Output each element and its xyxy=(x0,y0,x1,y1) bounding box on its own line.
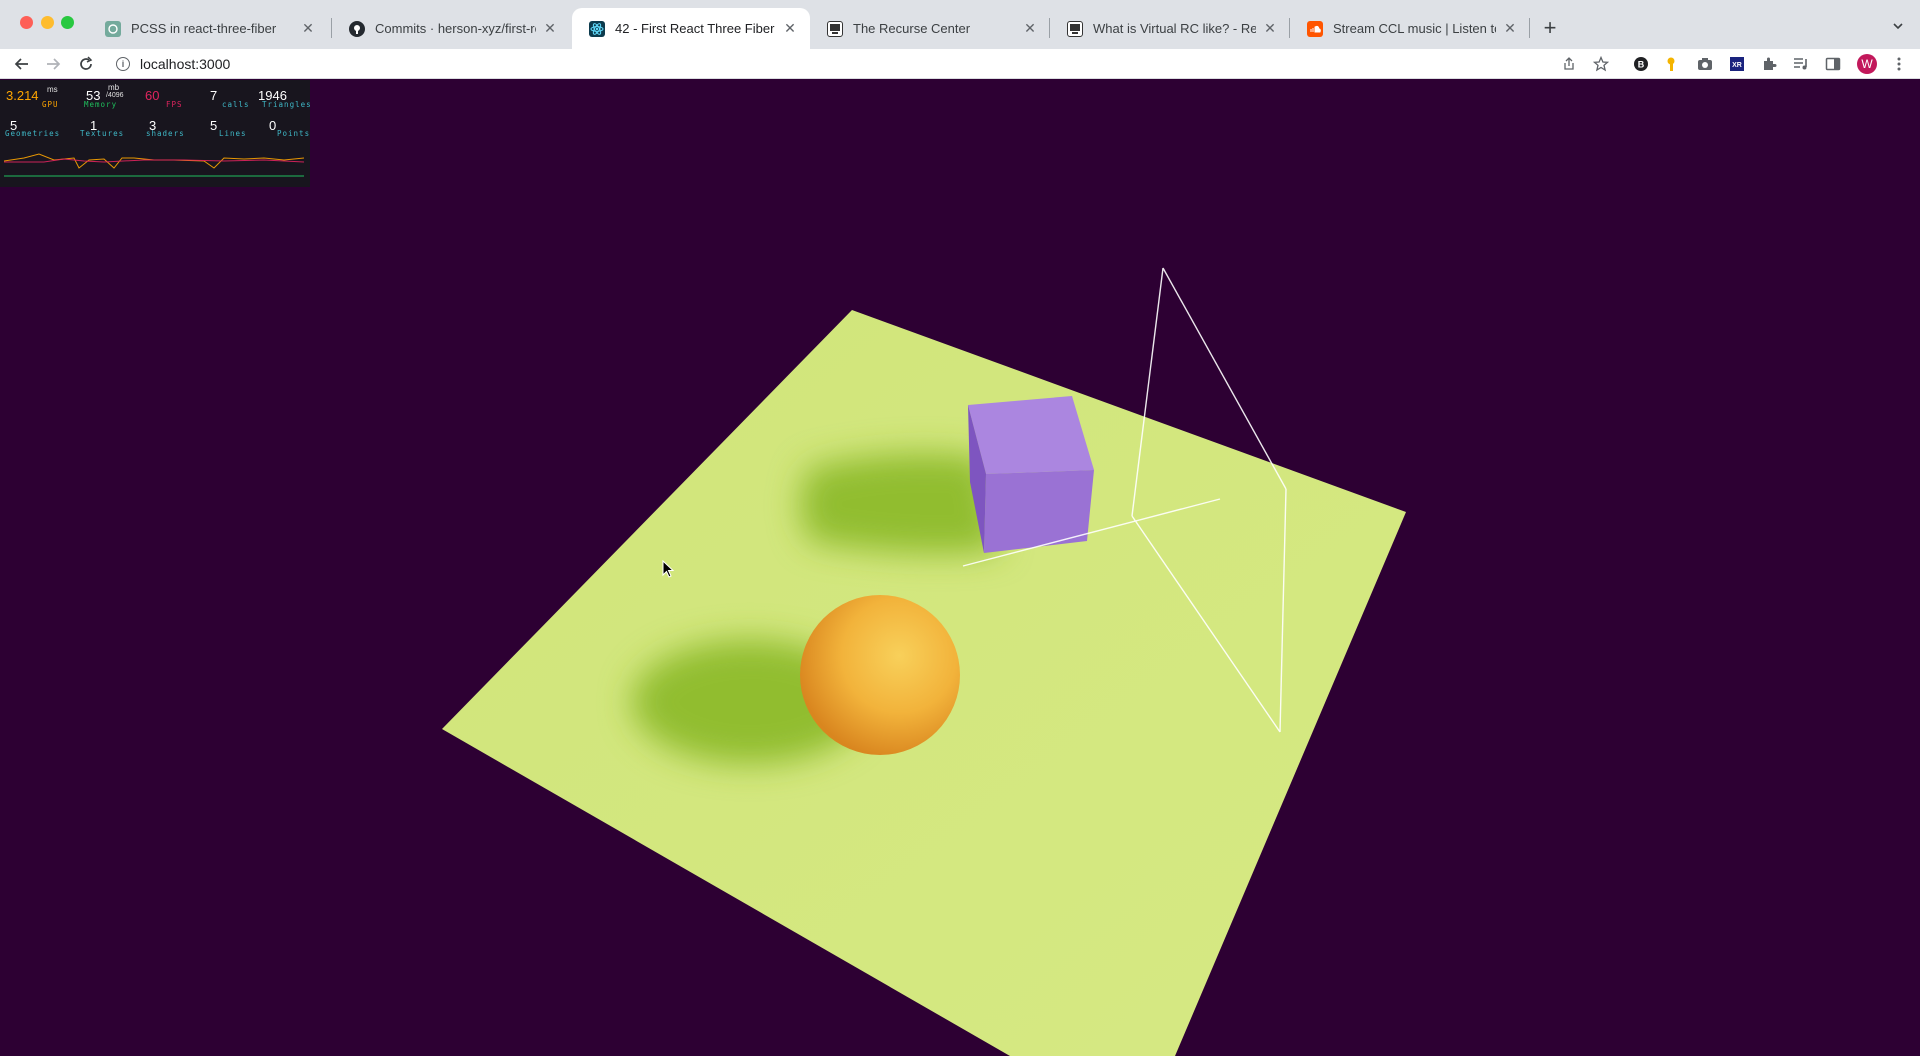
tab-title: The Recurse Center xyxy=(853,21,971,36)
lines-label: Lines xyxy=(219,129,247,138)
r3f-perf-panel[interactable]: 3.214 ms GPU 53 mb /4096 Memory 60 FPS 7… xyxy=(0,80,312,187)
react-icon xyxy=(589,20,605,37)
tab-virtual-rc[interactable]: What is Virtual RC like? - Recu ✕ xyxy=(1050,8,1290,49)
github-icon xyxy=(349,20,365,37)
lines-value: 5 xyxy=(210,118,218,133)
close-icon[interactable]: ✕ xyxy=(1262,20,1278,37)
orange-sphere xyxy=(800,595,960,755)
triangles-label: Triangles xyxy=(262,100,312,109)
shaders-label: shaders xyxy=(146,129,185,138)
webxr-icon[interactable]: XR xyxy=(1728,55,1746,73)
tab-title: PCSS in react-three-fiber xyxy=(131,21,277,36)
tab-search-chevron-icon[interactable] xyxy=(1886,14,1910,38)
back-icon[interactable] xyxy=(10,52,34,76)
gpu-value: 3.214 xyxy=(6,88,39,103)
tab-title: 42 - First React Three Fiber Ap xyxy=(615,21,776,36)
svg-text:B: B xyxy=(1638,60,1645,70)
close-icon[interactable]: ✕ xyxy=(1022,20,1038,37)
extension-b-icon[interactable]: B xyxy=(1632,55,1650,73)
close-icon[interactable]: ✕ xyxy=(300,20,316,37)
recurse-icon xyxy=(827,20,843,37)
perf-graph xyxy=(4,153,304,177)
window-zoom-button[interactable] xyxy=(61,16,74,29)
recurse-icon xyxy=(1067,20,1083,37)
memory-unit: mb xyxy=(108,83,120,92)
profile-initial: W xyxy=(1861,57,1873,71)
openai-icon xyxy=(105,20,121,37)
tab-title: Commits · herson-xyz/first-rea xyxy=(375,21,536,36)
three-scene xyxy=(442,267,1406,1056)
extension-key-icon[interactable] xyxy=(1664,55,1682,73)
reload-icon[interactable] xyxy=(74,52,98,76)
fps-label: FPS xyxy=(166,100,183,109)
media-queue-icon[interactable] xyxy=(1792,55,1810,73)
side-panel-icon[interactable] xyxy=(1824,55,1842,73)
points-label: Points xyxy=(277,129,311,138)
tab-bar: PCSS in react-three-fiber ✕ Commits · he… xyxy=(0,0,1920,49)
gpu-label: GPU xyxy=(42,100,59,109)
new-tab-button[interactable]: + xyxy=(1536,14,1564,42)
tab-soundcloud[interactable]: Stream CCL music | Listen to s ✕ xyxy=(1290,8,1530,49)
close-icon[interactable]: ✕ xyxy=(782,20,798,37)
perf-fps: 60 xyxy=(145,87,159,105)
perf-gpu: 3.214 xyxy=(6,87,39,105)
perf-calls: 7 xyxy=(210,87,217,105)
gpu-unit: ms xyxy=(47,85,58,94)
purple-cube xyxy=(968,396,1094,553)
forward-icon[interactable] xyxy=(41,52,65,76)
close-icon[interactable]: ✕ xyxy=(1502,20,1518,37)
calls-label: calls xyxy=(222,100,250,109)
bookmark-star-icon[interactable] xyxy=(1592,55,1610,73)
geometries-label: Geometries xyxy=(5,129,61,138)
soundcloud-icon xyxy=(1307,20,1323,37)
share-icon[interactable] xyxy=(1560,55,1578,73)
window-minimize-button[interactable] xyxy=(41,16,54,29)
perf-lines: 5 xyxy=(210,117,217,135)
tab-title: What is Virtual RC like? - Recu xyxy=(1093,21,1256,36)
calls-value: 7 xyxy=(210,88,218,103)
points-value: 0 xyxy=(269,118,277,133)
browser-toolbar: i localhost:3000 B XR W xyxy=(0,49,1920,79)
site-info-icon[interactable]: i xyxy=(116,57,130,71)
memory-label: Memory xyxy=(84,100,118,109)
svg-text:XR: XR xyxy=(1732,62,1742,69)
address-bar[interactable]: i localhost:3000 xyxy=(106,51,1586,77)
textures-label: Textures xyxy=(80,129,125,138)
tab-pcss[interactable]: PCSS in react-three-fiber ✕ xyxy=(88,8,328,49)
fps-value: 60 xyxy=(145,88,160,103)
close-icon[interactable]: ✕ xyxy=(542,20,558,37)
profile-avatar[interactable]: W xyxy=(1855,52,1879,76)
webgl-canvas[interactable]: 3.214 ms GPU 53 mb /4096 Memory 60 FPS 7… xyxy=(0,80,1920,1056)
tab-r3f-app[interactable]: 42 - First React Three Fiber Ap ✕ xyxy=(572,8,810,49)
extensions-puzzle-icon[interactable] xyxy=(1760,55,1778,73)
tab-recurse[interactable]: The Recurse Center ✕ xyxy=(810,8,1050,49)
tab-commits[interactable]: Commits · herson-xyz/first-rea ✕ xyxy=(332,8,570,49)
window-close-button[interactable] xyxy=(20,16,33,29)
memory-max: /4096 xyxy=(106,92,124,99)
screenshot-camera-icon[interactable] xyxy=(1696,55,1714,73)
kebab-menu-icon[interactable] xyxy=(1890,55,1908,73)
tab-title: Stream CCL music | Listen to s xyxy=(1333,21,1496,36)
tab-separator xyxy=(1529,18,1530,38)
url-text: localhost:3000 xyxy=(140,56,231,72)
perf-points: 0 xyxy=(269,117,276,135)
